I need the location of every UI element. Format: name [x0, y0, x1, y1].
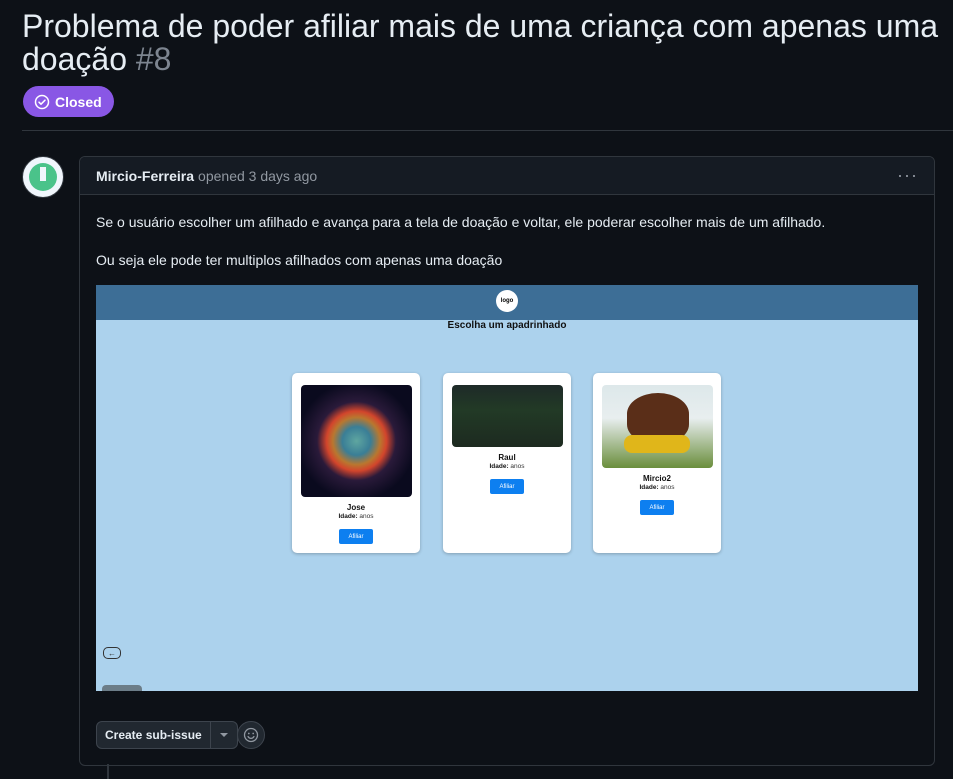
child-age: Idade: anos	[292, 513, 420, 520]
afiliar-button: Afiliar	[640, 500, 674, 515]
screenshot-corner-tab	[102, 685, 142, 691]
sub-issue-dropdown-button[interactable]	[209, 722, 237, 748]
child-age-label: Idade:	[489, 463, 509, 470]
child-name: Mircio2	[642, 474, 671, 483]
child-name: Raul	[498, 453, 516, 462]
screenshot-heading: Escolha um apadrinhado	[447, 320, 567, 331]
comment-paragraph-2: Ou seja ele pode ter multiplos afilhados…	[96, 252, 503, 268]
create-sub-issue-button-group: Create sub-issue	[96, 721, 238, 749]
child-age: Idade: anos	[593, 484, 721, 491]
back-arrow-icon: ←	[103, 647, 121, 659]
kebab-horizontal-icon[interactable]: ···	[897, 165, 918, 186]
comment-timestamp[interactable]: opened 3 days ago	[198, 168, 317, 184]
comment-author-link[interactable]: Mircio-Ferreira	[96, 168, 194, 184]
child-age-label: Idade:	[639, 484, 659, 491]
triangle-down-icon	[219, 733, 228, 737]
child-age-label: Idade:	[338, 513, 358, 520]
issue-number: #8	[135, 41, 172, 77]
child-photo	[452, 385, 563, 447]
comment-paragraph-1: Se o usuário escolher um afilhado e avan…	[96, 214, 826, 230]
afiliar-button: Afiliar	[490, 479, 524, 494]
avatar-identicon-bar	[40, 167, 46, 181]
smiley-icon	[243, 727, 259, 743]
child-age-value: anos	[658, 484, 675, 491]
header-divider	[22, 130, 953, 131]
avatar[interactable]	[22, 156, 64, 198]
afiliar-button: Afiliar	[339, 529, 373, 544]
child-age: Idade: anos	[443, 463, 571, 470]
child-card: Raul Idade: anos Afiliar	[443, 373, 571, 553]
timeline-connector	[107, 764, 109, 779]
child-card: Jose Idade: anos Afiliar	[292, 373, 420, 553]
add-reaction-button[interactable]	[237, 721, 265, 749]
child-photo	[602, 385, 713, 468]
status-label: Closed	[55, 93, 102, 110]
child-photo	[301, 385, 412, 497]
child-card: Mircio2 Idade: anos Afiliar	[593, 373, 721, 553]
comment-header: Mircio-Ferreira opened 3 days ago ···	[80, 157, 934, 195]
issue-title: Problema de poder afiliar mais de uma cr…	[22, 10, 947, 76]
create-sub-issue-button[interactable]: Create sub-issue	[97, 722, 210, 748]
attached-screenshot[interactable]: logo Escolha um apadrinhado Jose Idade: …	[96, 285, 918, 691]
child-name: Jose	[346, 503, 366, 512]
child-age-value: anos	[357, 513, 374, 520]
status-badge: Closed	[23, 86, 114, 117]
ribbon-shape	[624, 435, 690, 453]
child-age-value: anos	[508, 463, 525, 470]
closed-check-icon	[34, 94, 50, 109]
screenshot-logo: logo	[496, 290, 518, 312]
issue-comment: Mircio-Ferreira opened 3 days ago ··· Se…	[79, 156, 935, 766]
